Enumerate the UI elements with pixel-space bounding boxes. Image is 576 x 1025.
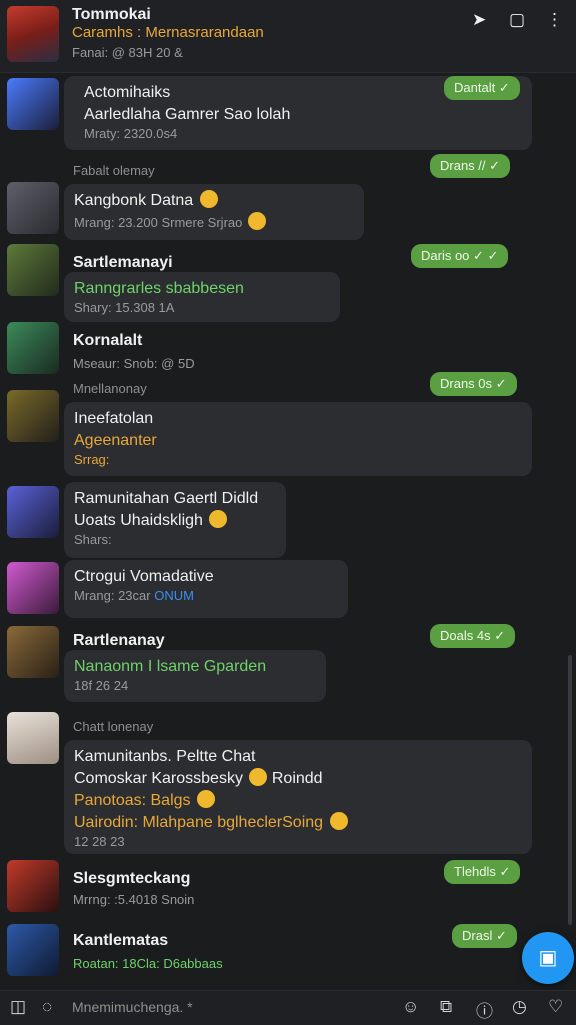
emoji-icon [209,510,228,528]
more-vert-icon[interactable]: ⋮ [546,10,563,30]
header-title[interactable]: Tommokai [72,6,151,24]
item-title: Ineefatolan [74,410,154,427]
list-item[interactable]: Ineefatolan Ageenanter Srrag: Drans 0s ✓ [0,372,576,478]
list-item[interactable]: Kamunitanbs. Peltte Chat Comoskar Kaross… [0,708,576,856]
list-item[interactable]: Rartlenanay Nanaonm I lsame Gparden 18f … [0,624,576,708]
window-icon[interactable]: ▢ [509,10,525,30]
item-title: Rartlenanay [73,632,165,649]
list-item[interactable]: Kantlematas Roatan: 18Cla: D6abbaas Dras… [0,922,576,984]
item-line: Comoskar Karossbesky Roindd [74,768,323,787]
avatar [7,486,59,538]
item-line: Ranngrarles sbabbesen [74,280,244,297]
avatar [7,562,59,614]
item-line: Nanaonm I lsame Gparden [74,658,267,675]
avatar [7,244,59,296]
item-title: Kamunitanbs. Peltte Chat [74,748,256,765]
avatar [7,78,59,130]
item-title: Kornalalt [73,332,143,349]
status-badge[interactable]: Tlehdls ✓ [444,860,521,884]
bottom-bar: ◫ ◌ Mnemimuchenga. * ☺ ⧉ ⓘ ◷ ♡ [0,990,576,1025]
list-item[interactable]: Kangbonk Datna Mrang: 23.200 Srmere Srjr… [0,154,576,242]
status-badge[interactable]: Drans 0s ✓ [430,372,517,396]
item-title: Sartlemanayi [73,254,173,271]
new-chat-button[interactable]: ▣ [522,932,574,984]
info-icon[interactable]: ⓘ [476,997,493,1022]
status-badge[interactable]: Doals 4s ✓ [430,624,516,648]
avatar [7,626,59,678]
message-bubble: Ctrogui Vomadative Mrang: 23car ONUM [64,560,348,618]
emoji-icon [329,812,348,830]
item-line: Ageenanter [74,432,157,449]
avatar [7,712,59,764]
item-meta: Mraty: 2320.0s4 [84,126,178,141]
header-meta: Fanai: @ 83H 20 & [72,45,183,60]
header-avatar[interactable] [7,6,59,62]
list-item[interactable]: Slesgmteckang Mrrng: :5.4018 Snoin Tlehd… [0,860,576,920]
status-badge[interactable]: Drans // ✓ [430,154,511,178]
avatar [7,860,59,912]
item-meta: Shary: 15.308 1A [74,300,175,315]
list-item[interactable]: Ctrogui Vomadative Mrang: 23car ONUM [0,560,576,624]
section-label: Fabalt olemay [73,163,155,178]
chat-header: Tommokai Caramhs : Mernasrarandaan Fanai… [0,0,576,73]
send-icon[interactable]: ➤ [472,10,486,30]
avatar [7,924,59,976]
sidebar-icon[interactable]: ◫ [10,997,26,1017]
emoji-icon [196,790,215,808]
item-meta: Mseaur: Snob: @ 5D [73,356,195,371]
item-meta: Srrag: [74,452,110,467]
emoji-icon[interactable]: ◌ [42,997,52,1017]
sticker-icon[interactable]: ☺ [402,997,419,1017]
emoji-icon [199,190,218,208]
item-title: Ctrogui Vomadative [74,568,214,585]
message-bubble: Ineefatolan Ageenanter Srrag: [64,402,532,476]
message-bubble: Ramunitahan Gaertl Didld Uoats Uhaidskli… [64,482,286,558]
header-subtitle: Caramhs : Mernasrarandaan [72,24,264,41]
item-title: Kangbonk Datna [74,190,354,212]
message-bubble: Kangbonk Datna Mrang: 23.200 Srmere Srjr… [64,184,364,240]
item-meta: Roatan: 18Cla: D6abbaas [73,956,223,971]
gallery-icon[interactable]: ⧉ [440,997,452,1017]
message-bubble: Ranngrarles sbabbesen Shary: 15.308 1A [64,272,340,322]
item-title: Ramunitahan Gaertl Didld [74,490,259,507]
list-item[interactable]: Actomihaiks Aarledlaha Gamrer Sao lolah … [0,76,576,154]
avatar [7,182,59,234]
message-bubble: Nanaonm I lsame Gparden 18f 26 24 [64,650,326,702]
message-input[interactable]: Mnemimuchenga. * [72,999,193,1015]
emoji-icon [247,212,266,230]
avatar [7,390,59,442]
status-badge[interactable]: Daris oo ✓ ✓ [411,244,509,268]
item-meta: Shars: [74,532,112,547]
item-meta: Mrang: 23.200 Srmere Srjrao [74,212,354,230]
clock-icon[interactable]: ◷ [512,997,527,1017]
item-meta: Mrang: 23car ONUM [74,588,194,603]
item-line: Uairodin: Mlahpane bglheclerSoing [74,812,522,834]
item-line: Uoats Uhaidskligh [74,510,276,532]
list-item[interactable]: Sartlemanayi Ranngrarles sbabbesen Shary… [0,244,576,324]
item-line: Panotoas: Balgs [74,790,522,812]
chat-bubble-icon: ▣ [538,947,558,969]
list-item[interactable]: Ramunitahan Gaertl Didld Uoats Uhaidskli… [0,482,576,560]
item-title: Slesgmteckang [73,870,191,887]
message-bubble: Kamunitanbs. Peltte Chat Comoskar Kaross… [64,740,532,854]
item-meta: 12 28 23 [74,834,125,849]
item-title: Kantlematas [73,932,169,949]
scrollbar[interactable] [568,655,572,925]
section-label: Mnellanonay [73,381,147,396]
status-badge[interactable]: Dantalt ✓ [444,76,520,100]
avatar [7,322,59,374]
item-meta: Mrrng: :5.4018 Snoin [73,892,195,907]
emoji-icon [249,768,268,786]
item-meta: 18f 26 24 [74,678,129,693]
status-badge[interactable]: Drasl ✓ [452,924,517,948]
item-line: Aarledlaha Gamrer Sao lolah [84,106,291,123]
heart-icon[interactable]: ♡ [548,997,563,1017]
